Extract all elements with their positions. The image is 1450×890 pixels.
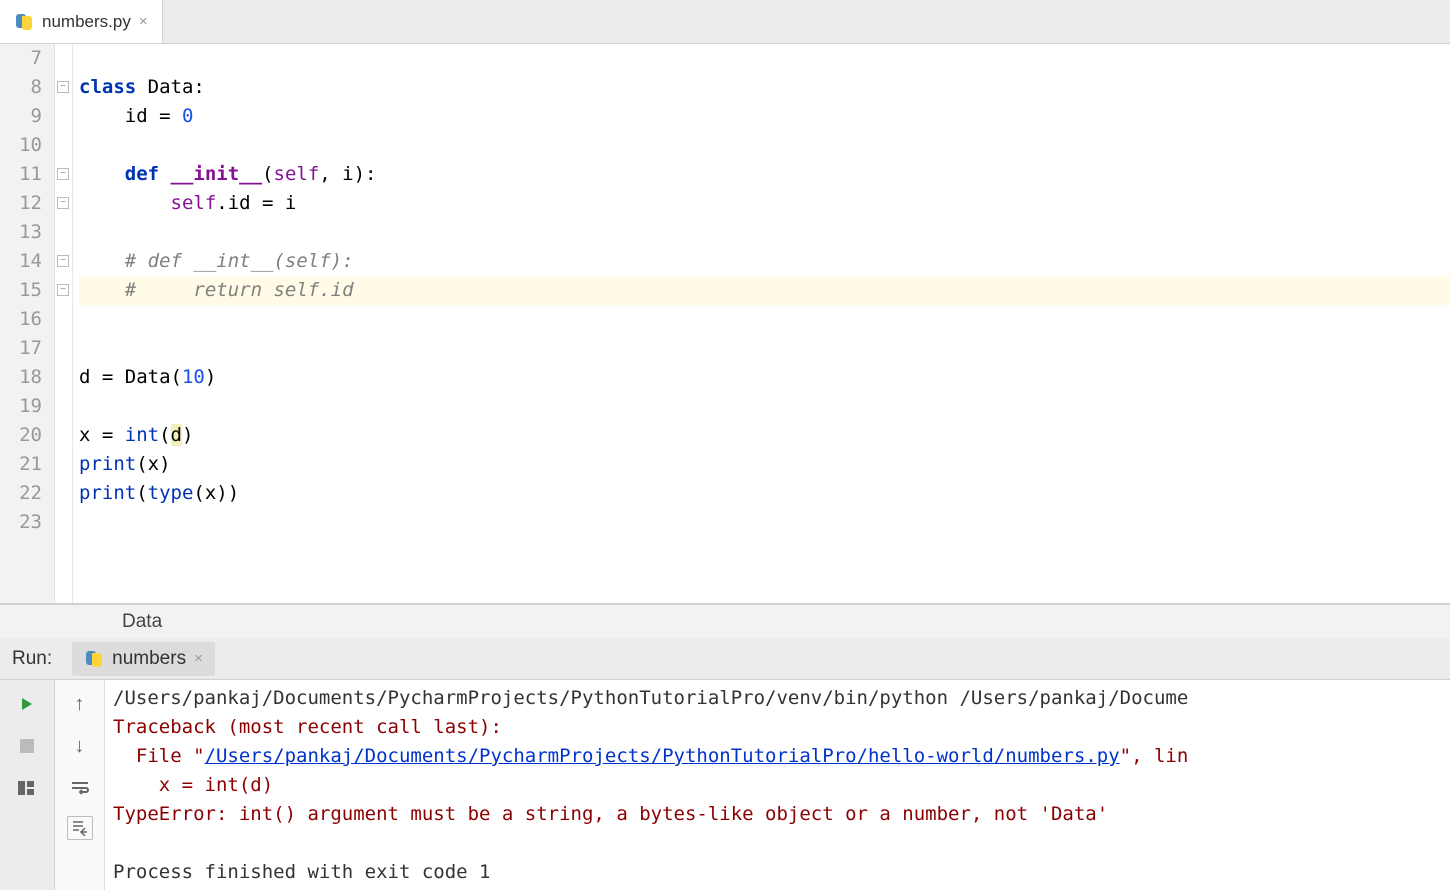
- code-line[interactable]: d = Data(10): [79, 363, 1450, 392]
- console-output[interactable]: /Users/pankaj/Documents/PycharmProjects/…: [105, 680, 1450, 890]
- line-number: 16: [0, 305, 42, 334]
- code-line[interactable]: class Data:: [79, 73, 1450, 102]
- line-number: 15: [0, 276, 42, 305]
- breadcrumb-item[interactable]: Data: [122, 611, 162, 633]
- code-line[interactable]: [79, 334, 1450, 363]
- line-number: 20: [0, 421, 42, 450]
- code-line[interactable]: [79, 392, 1450, 421]
- code-line[interactable]: id = 0: [79, 102, 1450, 131]
- code-line[interactable]: [79, 305, 1450, 334]
- run-label: Run:: [12, 648, 52, 670]
- fold-gutter: − − − − −: [55, 44, 73, 603]
- traceback-file-link[interactable]: /Users/pankaj/Documents/PycharmProjects/…: [205, 745, 1120, 767]
- code-line[interactable]: print(x): [79, 450, 1450, 479]
- up-arrow-icon[interactable]: ↑: [66, 690, 94, 718]
- scroll-to-end-icon[interactable]: [67, 816, 93, 840]
- run-button[interactable]: [13, 690, 41, 718]
- line-number: 21: [0, 450, 42, 479]
- code-line[interactable]: x = int(d): [79, 421, 1450, 450]
- fold-toggle-icon[interactable]: −: [57, 197, 69, 209]
- editor-tab-bar: numbers.py ×: [0, 0, 1450, 44]
- run-toolbar-secondary: ↑ ↓: [55, 680, 105, 890]
- code-editor: 7891011121314151617181920212223 − − − − − cl…: [0, 44, 1450, 604]
- file-tab[interactable]: numbers.py ×: [0, 0, 163, 43]
- file-tab-label: numbers.py: [42, 12, 131, 32]
- line-number: 22: [0, 479, 42, 508]
- line-number: 17: [0, 334, 42, 363]
- stop-button[interactable]: [13, 732, 41, 760]
- down-arrow-icon[interactable]: ↓: [66, 732, 94, 760]
- code-line[interactable]: # return self.id: [79, 276, 1450, 305]
- code-line[interactable]: # def __int__(self):: [79, 247, 1450, 276]
- line-number: 19: [0, 392, 42, 421]
- line-number: 8: [0, 73, 42, 102]
- line-number: 12: [0, 189, 42, 218]
- fold-toggle-icon[interactable]: −: [57, 81, 69, 93]
- code-line[interactable]: def __init__(self, i):: [79, 160, 1450, 189]
- run-panel: Run: numbers × ↑ ↓: [0, 638, 1450, 890]
- code-area[interactable]: class Data: id = 0 def __init__(self, i)…: [73, 44, 1450, 603]
- fold-toggle-icon[interactable]: −: [57, 284, 69, 296]
- line-number: 18: [0, 363, 42, 392]
- soft-wrap-icon[interactable]: [66, 774, 94, 802]
- python-file-icon: [14, 12, 34, 32]
- code-line[interactable]: [79, 131, 1450, 160]
- line-number: 10: [0, 131, 42, 160]
- line-number: 13: [0, 218, 42, 247]
- breadcrumb-bar: Data: [0, 604, 1450, 638]
- code-line[interactable]: [79, 44, 1450, 73]
- line-number: 7: [0, 44, 42, 73]
- close-icon[interactable]: ×: [139, 13, 148, 30]
- code-line[interactable]: self.id = i: [79, 189, 1450, 218]
- line-number: 23: [0, 508, 42, 537]
- run-body: ↑ ↓ /Users/pankaj/Documents/PycharmProje…: [0, 680, 1450, 890]
- fold-toggle-icon[interactable]: −: [57, 168, 69, 180]
- line-number: 11: [0, 160, 42, 189]
- close-icon[interactable]: ×: [194, 650, 203, 667]
- code-line[interactable]: [79, 508, 1450, 537]
- line-number-gutter: 7891011121314151617181920212223: [0, 44, 55, 603]
- fold-toggle-icon[interactable]: −: [57, 255, 69, 267]
- line-number: 14: [0, 247, 42, 276]
- run-toolbar-primary: [0, 680, 55, 890]
- run-header: Run: numbers ×: [0, 638, 1450, 680]
- layout-button[interactable]: [13, 774, 41, 802]
- run-config-name: numbers: [112, 648, 186, 670]
- code-line[interactable]: [79, 218, 1450, 247]
- line-number: 9: [0, 102, 42, 131]
- code-line[interactable]: print(type(x)): [79, 479, 1450, 508]
- python-run-icon: [84, 649, 104, 669]
- run-config-tab[interactable]: numbers ×: [72, 642, 215, 676]
